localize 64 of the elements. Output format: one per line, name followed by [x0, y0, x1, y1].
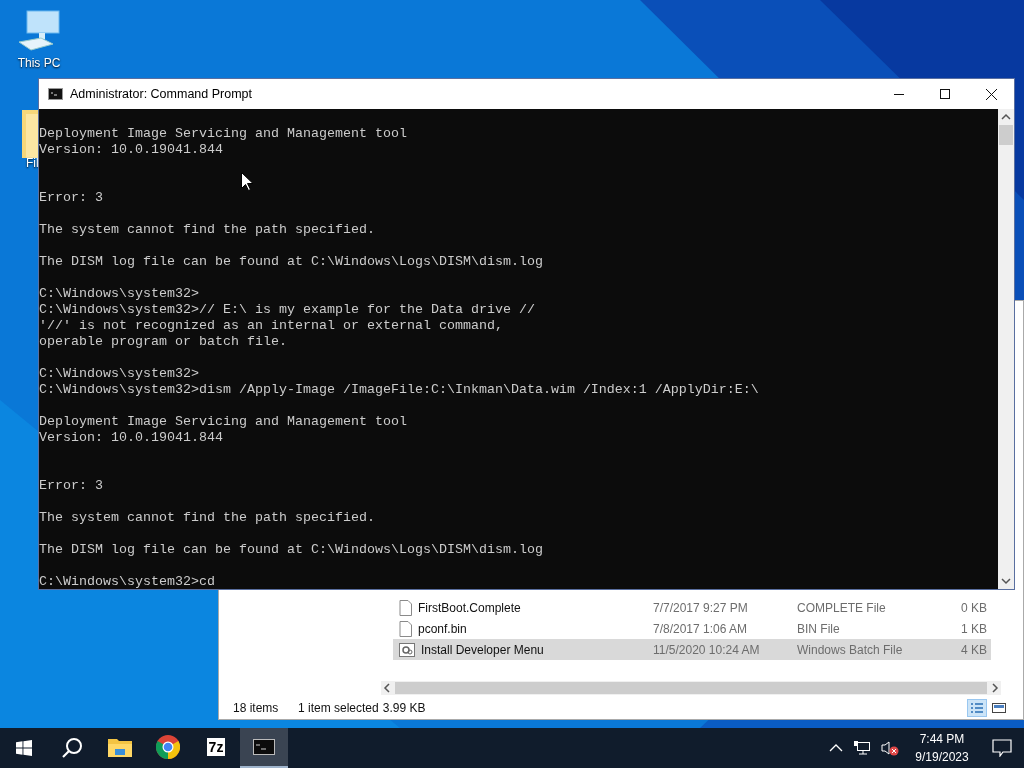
console-icon: [48, 88, 63, 100]
muted-speaker-icon[interactable]: [881, 740, 899, 756]
file-row[interactable]: Install Developer Menu 11/5/2020 10:24 AM Windows Batch File 4 KB: [393, 639, 991, 660]
desktop-icon-label[interactable]: This PC: [17, 56, 61, 70]
archive-app-button[interactable]: 7z: [192, 728, 240, 768]
file-size: 0 KB: [960, 600, 987, 615]
desktop-icon-label[interactable]: Fil: [26, 156, 39, 170]
console-app-button[interactable]: [240, 728, 288, 768]
console-line: Error: 3: [39, 478, 104, 494]
search-icon: [61, 737, 83, 759]
console-icon: [253, 739, 275, 755]
console-line: Deployment Image Servicing and Management tool: [39, 126, 408, 142]
file-row[interactable]: pconf.bin 7/8/2017 1:06 AM BIN File 1 KB: [393, 618, 991, 639]
file-date: 7/7/2017 9:27 PM: [653, 600, 749, 615]
item-count: 18 items: [233, 701, 280, 715]
console-line: Version: 10.0.19041.844: [39, 142, 224, 158]
console-line: The system cannot find the path specified.: [39, 510, 376, 526]
list-icon: [970, 702, 984, 714]
file-size: 4 KB: [960, 642, 987, 657]
file-size: 1 KB: [960, 621, 987, 636]
console-line: The DISM log file can be found at C:\Windows\Logs\DISM\dism.log: [39, 542, 544, 558]
file-type: COMPLETE File: [797, 600, 887, 615]
file-date: 11/5/2020 10:24 AM: [653, 642, 761, 657]
speech-bubble-icon: [992, 739, 1012, 757]
windows-logo-icon: [16, 740, 32, 756]
vertical-scrollbar[interactable]: [998, 109, 1014, 589]
folder-icon: [108, 737, 132, 757]
selection-size: 3.99 KB: [382, 701, 426, 715]
file-date: 7/8/2017 1:06 AM: [653, 621, 749, 636]
file-type: BIN File: [797, 621, 841, 636]
network-icon[interactable]: [853, 740, 871, 756]
file-name: Install Developer Menu: [421, 642, 544, 657]
console-line: The DISM log file can be found at C:\Windows\Logs\DISM\dism.log: [39, 254, 544, 270]
console-line: Version: 10.0.19041.844: [39, 430, 224, 446]
console-line: C:\Windows\system32>cd: [39, 574, 216, 589]
gear-window-icon: [399, 642, 415, 657]
horizontal-scrollbar[interactable]: [381, 681, 1001, 695]
file-name: pconf.bin: [418, 621, 467, 636]
clock-date: 9/19/2023: [915, 749, 969, 766]
console-line: C:\Windows\system32>: [39, 366, 200, 382]
file-name: FirstBoot.Complete: [418, 600, 521, 615]
browser-logo-icon: [156, 735, 180, 759]
close-icon: [985, 88, 997, 100]
clock-time: 7:44 PM: [919, 731, 965, 748]
console-line: The system cannot find the path specified.: [39, 222, 376, 238]
chevron-up-icon[interactable]: [829, 743, 843, 753]
scrollbar-thumb[interactable]: [999, 125, 1013, 145]
console-line: '//' is not recognized as an internal or external command,: [39, 318, 504, 334]
mouse-cursor-icon: [241, 172, 253, 191]
console-line: operable program or batch file.: [39, 334, 288, 350]
window-icon: [992, 702, 1006, 714]
file-type: Windows Batch File: [797, 642, 904, 657]
file-row[interactable]: FirstBoot.Complete 7/7/2017 9:27 PM COMPLETE File 0 KB: [393, 597, 991, 618]
console-line: Error: 3: [39, 190, 104, 206]
console-line: C:\Windows\system32>: [39, 286, 200, 302]
maximize-icon: [940, 89, 950, 99]
folder-icon[interactable]: [20, 110, 38, 160]
window-title: Administrator: Command Prompt: [70, 87, 252, 101]
computer-icon[interactable]: [17, 10, 61, 52]
console-line: Deployment Image Servicing and Management tool: [39, 414, 408, 430]
console-line: C:\Windows\system32>// E:\ is my example for the Data drive //: [39, 302, 536, 318]
selection-count: 1 item selected: [298, 701, 379, 715]
console-line: C:\Windows\system32>dism /Apply-Image /ImageFile:C:\Inkman\Data.wim /Index:1 /ApplyDir:E:\: [39, 382, 760, 398]
clock[interactable]: 7:44 PM 9/19/2023: [904, 730, 980, 766]
